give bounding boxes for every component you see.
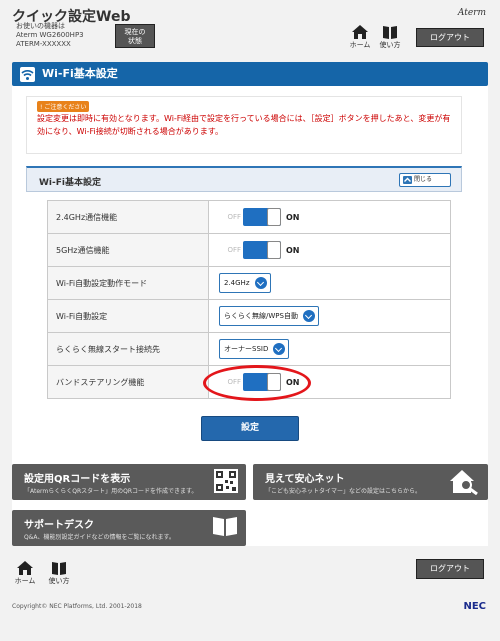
auto-setup-select[interactable]: らくらく無線/WPS自動: [219, 306, 319, 326]
card-title: 見えて安心ネット: [265, 474, 345, 485]
caution-badge: ! ご注意ください: [37, 101, 90, 112]
chevron-down-icon: [302, 310, 315, 322]
setting-label: 5GHz通信機能: [47, 233, 209, 267]
footer-help-link[interactable]: 使い方: [45, 561, 73, 586]
card-title: 設定用QRコードを表示: [24, 474, 131, 485]
qr-code-card[interactable]: 設定用QRコードを表示 「AtermらくらくQRスタート」用のQRコードを作成で…: [12, 464, 246, 500]
select-value: らくらく無線/WPS自動: [224, 312, 298, 320]
toggle-track[interactable]: [243, 241, 281, 259]
home-link[interactable]: ホーム: [346, 25, 374, 50]
toggle-track[interactable]: [243, 208, 281, 226]
book-icon: [212, 515, 238, 541]
header: クイック設定Web お使いの機器は Aterm WG2600HP3 ATERM-…: [0, 0, 500, 56]
logout-button[interactable]: ログアウト: [416, 28, 484, 47]
setting-value: 2.4GHz: [208, 266, 451, 300]
section-title: Wi-Fi基本設定: [39, 178, 101, 188]
chevron-down-icon: [254, 277, 267, 289]
collapse-button[interactable]: 閉じる: [399, 173, 451, 187]
caution-badge-label: ご注意ください: [44, 104, 87, 111]
status-button-line2: 状態: [128, 37, 142, 45]
status-button-line1: 現在の: [124, 28, 146, 36]
table-row: Wi-Fi自動設定動作モード 2.4GHz: [47, 266, 451, 300]
setting-label: バンドステアリング機能: [47, 365, 209, 399]
chevron-up-icon: [403, 176, 412, 184]
setting-label: 2.4GHz通信機能: [47, 200, 209, 234]
page-title: Wi-Fi基本設定: [42, 67, 118, 80]
device-info: お使いの機器は Aterm WG2600HP3 ATERM-XXXXXX: [16, 22, 84, 49]
page-title-bar: Wi-Fi基本設定: [12, 62, 488, 86]
home-icon: [17, 561, 33, 575]
setting-label: らくらく無線スタート接続先: [47, 332, 209, 366]
copyright: Copyright© NEC Platforms, Ltd. 2001-2018: [12, 603, 142, 610]
footer-home-link[interactable]: ホーム: [11, 561, 39, 586]
home-icon: [352, 25, 368, 39]
toggle-on-label: ON: [286, 212, 300, 222]
help-label: 使い方: [48, 577, 70, 585]
setting-value: OFF ON: [208, 233, 451, 267]
card-desc: 「こども安心ネットタイマー」などの設定はこちらから。: [265, 488, 422, 495]
toggle-knob[interactable]: [267, 241, 281, 259]
toggle-off-label: OFF: [227, 246, 241, 254]
qr-code-icon: [214, 469, 238, 497]
auto-setup-mode-select[interactable]: 2.4GHz: [219, 273, 271, 293]
card-desc: 「AtermらくらくQRスタート」用のQRコードを作成できます。: [24, 488, 198, 495]
help-link[interactable]: 使い方: [376, 25, 404, 50]
table-row: Wi-Fi自動設定 らくらく無線/WPS自動: [47, 299, 451, 333]
footer-logout-button[interactable]: ログアウト: [416, 559, 484, 579]
toggle-knob[interactable]: [267, 208, 281, 226]
section-header: Wi-Fi基本設定 閉じる: [26, 166, 462, 192]
caution-box: ! ご注意ください 設定変更は即時に有効となります。Wi-Fi経由で設定を行って…: [26, 96, 462, 154]
setting-value: OFF ON: [208, 200, 451, 234]
device-info-line: お使いの機器は: [16, 22, 65, 30]
table-row: 2.4GHz通信機能 OFF ON: [47, 200, 451, 234]
nec-logo: NEC: [463, 601, 486, 612]
caution-text: 設定変更は即時に有効となります。Wi-Fi経由で設定を行っている場合には、［設定…: [37, 114, 451, 136]
wifi-icon: [20, 67, 35, 82]
book-icon: [52, 562, 66, 575]
safe-net-card[interactable]: 見えて安心ネット 「こども安心ネットタイマー」などの設定はこちらから。: [253, 464, 488, 500]
table-row: 5GHz通信機能 OFF ON: [47, 233, 451, 267]
apply-button[interactable]: 設定: [201, 416, 299, 441]
setting-value: オーナーSSID: [208, 332, 451, 366]
home-label: ホーム: [349, 41, 371, 49]
card-desc: Q&A、機能別設定ガイドなどの情報をご覧になれます。: [24, 534, 175, 541]
setting-label: Wi-Fi自動設定: [47, 299, 209, 333]
help-label: 使い方: [379, 41, 401, 49]
select-value: オーナーSSID: [224, 345, 269, 353]
current-status-button[interactable]: 現在の 状態: [115, 24, 155, 48]
toggle-off-label: OFF: [227, 213, 241, 221]
support-desk-card[interactable]: サポートデスク Q&A、機能別設定ガイドなどの情報をご覧になれます。: [12, 510, 246, 546]
collapse-label: 閉じる: [414, 176, 433, 183]
setting-label: Wi-Fi自動設定動作モード: [47, 266, 209, 300]
aterm-logo: Aterm: [457, 8, 486, 18]
book-icon: [383, 26, 397, 39]
device-model: Aterm WG2600HP3: [16, 31, 84, 39]
select-value: 2.4GHz: [224, 279, 250, 287]
setting-value: らくらく無線/WPS自動: [208, 299, 451, 333]
band-5ghz-toggle[interactable]: OFF ON: [219, 241, 300, 259]
highlight-circle: [203, 365, 311, 401]
easy-start-target-select[interactable]: オーナーSSID: [219, 339, 290, 359]
band-24ghz-toggle[interactable]: OFF ON: [219, 208, 300, 226]
home-label: ホーム: [14, 577, 36, 585]
house-search-icon: [450, 469, 480, 499]
chevron-down-icon: [273, 343, 286, 355]
table-row: らくらく無線スタート接続先 オーナーSSID: [47, 332, 451, 366]
device-name: ATERM-XXXXXX: [16, 40, 71, 48]
card-title: サポートデスク: [24, 520, 94, 531]
toggle-on-label: ON: [286, 245, 300, 255]
